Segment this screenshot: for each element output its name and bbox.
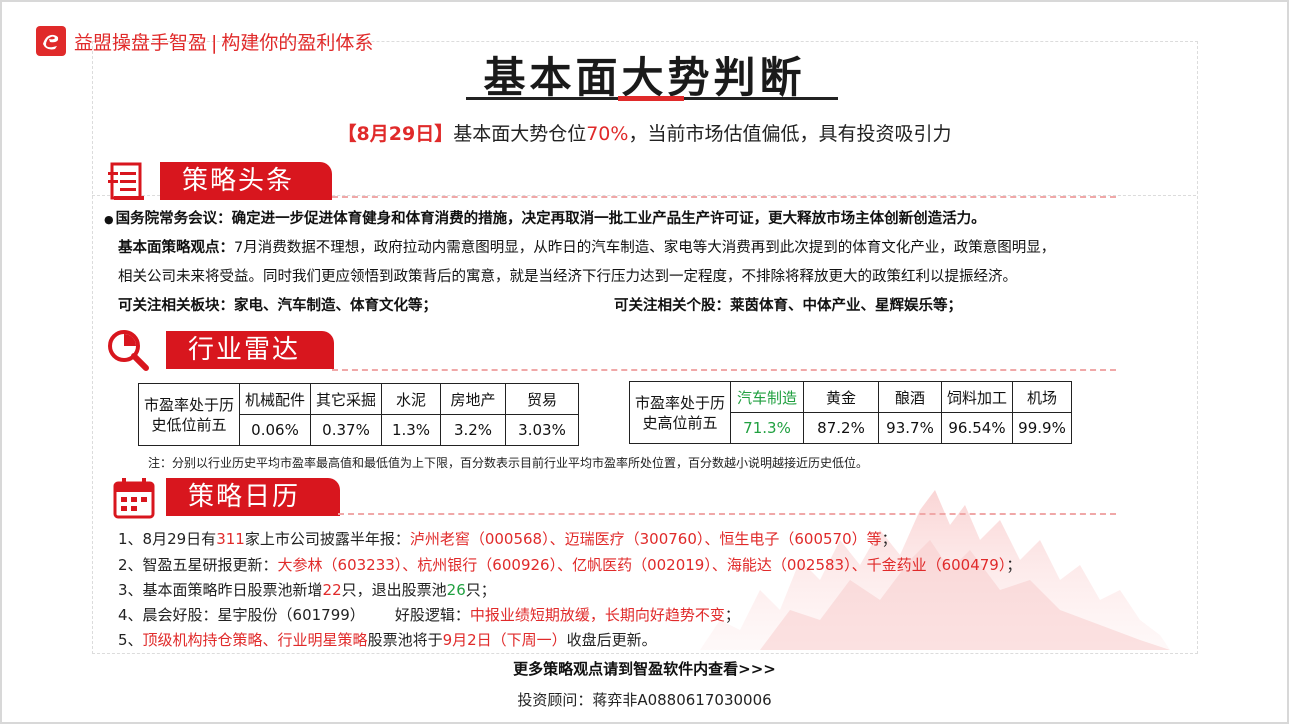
section-strategy-calendar: 策略日历 — [166, 478, 340, 516]
high-pe-table: 市盈率处于历 史高位前五 汽车制造 黄金 酿酒 饲料加工 机场 71.3% 87.… — [629, 381, 1072, 444]
industry-name: 饲料加工 — [941, 381, 1013, 413]
industry-name: 贸易 — [505, 383, 579, 415]
strategy-view-line-1: 基本面策略观点：7月消费数据不理想，政府拉动内需意图明显，从昨日的汽车制造、家电… — [118, 236, 1055, 257]
headline: 【8月29日】基本面大势仓位70%，当前市场估值偏低，具有投资吸引力 — [0, 119, 1289, 146]
section-strategy-headline: 策略头条 — [160, 162, 332, 200]
sectors-label: 可关注相关板块： — [118, 298, 234, 314]
low-pe-label: 市盈率处于历 史低位前五 — [138, 383, 240, 446]
industry-value: 99.9% — [1012, 412, 1072, 444]
news-line: ● 国务院常务会议：确定进一步促进体育健身和体育消费的措施，决定再取消一批工业产品… — [104, 207, 986, 228]
section-divider — [338, 513, 1116, 515]
section-industry-radar: 行业雷达 — [166, 331, 334, 369]
radar-note: 注：分别以行业历史平均市盈率最高值和最低值为上下限，百分数表示目前行业平均市盈率… — [148, 456, 869, 470]
industry-value: 3.2% — [440, 414, 506, 446]
industry-name: 汽车制造 — [730, 381, 804, 413]
view-label: 基本面策略观点： — [118, 240, 234, 256]
stocks-text: 莱茵体育、中体产业、星辉娱乐等； — [730, 298, 962, 314]
industry-value: 93.7% — [878, 412, 942, 444]
industry-value: 87.2% — [803, 412, 879, 444]
more-link[interactable]: 更多策略观点请到智盈软件内查看>>> — [0, 658, 1289, 679]
title-underline-accent — [618, 96, 684, 101]
stocks-line: 可关注相关个股：莱茵体育、中体产业、星辉娱乐等； — [614, 294, 962, 315]
stocks-label: 可关注相关个股： — [614, 298, 730, 314]
calendar-item-2: 2、智盈五星研报更新：大参林（603233）、杭州银行（600926）、亿帆医药… — [118, 556, 1022, 574]
calendar-item-4: 4、晨会好股：星宇股份（601799） 好股逻辑：中报业绩短期放缓，长期向好趋势不… — [118, 606, 740, 624]
magnifier-chart-icon — [108, 330, 149, 371]
sectors-text: 家电、汽车制造、体育文化等； — [234, 298, 437, 314]
calendar-item-1: 1、8月29日有311家上市公司披露半年报：泸州老窖（000568）、迈瑞医疗（… — [118, 530, 897, 548]
industry-name: 机械配件 — [239, 383, 311, 415]
headline-date: 【8月29日】 — [337, 123, 454, 145]
industry-value: 0.37% — [310, 414, 382, 446]
low-pe-table: 市盈率处于历 史低位前五 机械配件 其它采掘 水泥 房地产 贸易 0.06% 0.… — [138, 383, 579, 446]
industry-value: 71.3% — [730, 412, 804, 444]
sectors-line: 可关注相关板块：家电、汽车制造、体育文化等； — [118, 294, 437, 315]
industry-name: 其它采掘 — [310, 383, 382, 415]
advisor-info: 投资顾问：蒋弈非A0880617030006 — [517, 691, 772, 709]
news-bullet: ● — [104, 213, 114, 226]
industry-name: 黄金 — [803, 381, 879, 413]
headline-text: 基本面大势仓位 — [453, 123, 587, 145]
section-divider — [332, 196, 1116, 198]
calendar-item-3: 3、基本面策略昨日股票池新增22只，退出股票池26只； — [118, 581, 496, 599]
industry-name: 酿酒 — [878, 381, 942, 413]
industry-name: 机场 — [1012, 381, 1072, 413]
calendar-icon — [113, 478, 155, 519]
industry-value: 96.54% — [941, 412, 1013, 444]
headline-text-2: ，当前市场估值偏低，具有投资吸引力 — [628, 123, 952, 145]
industry-name: 水泥 — [381, 383, 441, 415]
news-text: 国务院常务会议：确定进一步促进体育健身和体育消费的措施，决定再取消一批工业产品生… — [115, 211, 986, 227]
industry-value: 1.3% — [381, 414, 441, 446]
industry-name: 房地产 — [440, 383, 506, 415]
industry-value: 3.03% — [505, 414, 579, 446]
strategy-view-line-2: 相关公司未来将受益。同时我们更应领悟到政策背后的寓意，就是当经济下行压力达到一定… — [118, 269, 1017, 285]
calendar-item-5: 5、顶级机构持仓策略、行业明星策略股票池将于9月2日（下周一）收盘后更新。 — [118, 631, 657, 649]
section-divider — [332, 369, 1116, 371]
document-icon — [108, 162, 144, 200]
headline-position: 70% — [586, 123, 629, 145]
industry-value: 0.06% — [239, 414, 311, 446]
view-text-1: 7月消费数据不理想，政府拉动内需意图明显，从昨日的汽车制造、家电等大消费再到此次… — [234, 240, 1056, 256]
high-pe-label: 市盈率处于历 史高位前五 — [629, 381, 731, 444]
